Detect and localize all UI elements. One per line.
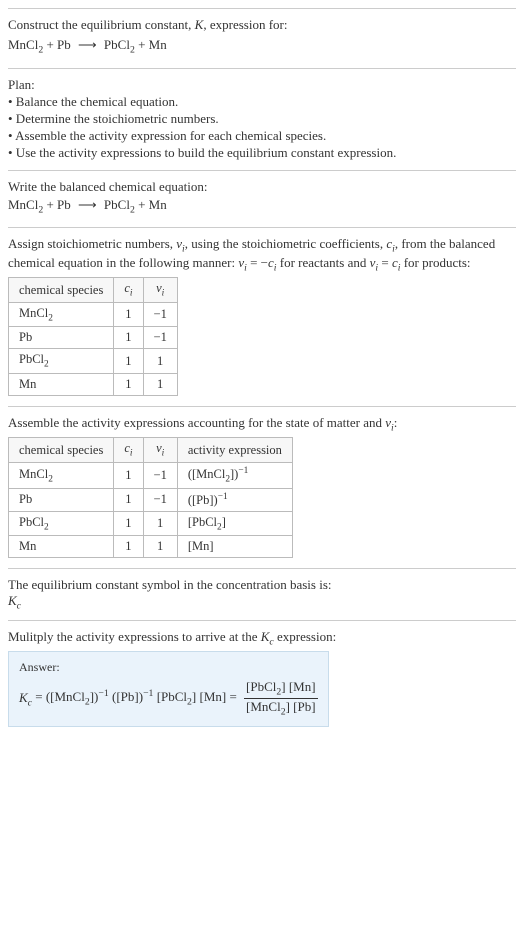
cell-vi: −1 (143, 488, 177, 511)
col-activity: activity expression (177, 438, 292, 463)
col-vi: νi (143, 438, 177, 463)
cell-vi: 1 (143, 511, 177, 536)
cell-activity: ([Pb])−1 (177, 488, 292, 511)
cell-ci: 1 (114, 373, 143, 395)
answer-section: Mulitply the activity expressions to arr… (8, 620, 516, 735)
table-row: Mn 1 1 (9, 373, 178, 395)
plan-item: • Determine the stoichiometric numbers. (8, 111, 516, 127)
symbol-section: The equilibrium constant symbol in the c… (8, 568, 516, 620)
activity-intro: Assemble the activity expressions accoun… (8, 415, 516, 434)
col-species: chemical species (9, 278, 114, 303)
cell-ci: 1 (114, 327, 143, 349)
col-ci: ci (114, 438, 143, 463)
plan-item: • Use the activity expressions to build … (8, 145, 516, 161)
activity-table: chemical species ci νi activity expressi… (8, 437, 293, 558)
stoich-intro: Assign stoichiometric numbers, νi, using… (8, 236, 516, 273)
answer-box: Answer: Kc = ([MnCl2])−1 ([Pb])−1 [PbCl2… (8, 651, 329, 726)
multiply-intro: Mulitply the activity expressions to arr… (8, 629, 516, 648)
plan-title: Plan: (8, 77, 516, 93)
symbol-line1: The equilibrium constant symbol in the c… (8, 577, 516, 593)
table-header-row: chemical species ci νi (9, 278, 178, 303)
cell-ci: 1 (114, 511, 143, 536)
plan-item: • Assemble the activity expression for e… (8, 128, 516, 144)
cell-vi: −1 (143, 327, 177, 349)
cell-ci: 1 (114, 536, 143, 558)
balanced-equation: MnCl2 + Pb ⟶ PbCl2 + Mn (8, 197, 516, 216)
col-species: chemical species (9, 438, 114, 463)
table-row: PbCl2 1 1 [PbCl2] (9, 511, 293, 536)
activity-section: Assemble the activity expressions accoun… (8, 406, 516, 568)
cell-species: PbCl2 (9, 511, 114, 536)
cell-species: Pb (9, 327, 114, 349)
table-row: Pb 1 −1 (9, 327, 178, 349)
cell-ci: 1 (114, 349, 143, 374)
answer-label: Answer: (19, 660, 318, 675)
table-header-row: chemical species ci νi activity expressi… (9, 438, 293, 463)
balanced-title: Write the balanced chemical equation: (8, 179, 516, 195)
cell-species: Pb (9, 488, 114, 511)
stoich-section: Assign stoichiometric numbers, νi, using… (8, 227, 516, 406)
plan-item: • Balance the chemical equation. (8, 94, 516, 110)
question-section: Construct the equilibrium constant, K, e… (8, 8, 516, 68)
symbol-line2: Kc (8, 593, 516, 612)
stoich-table: chemical species ci νi MnCl2 1 −1 Pb 1 −… (8, 277, 178, 396)
balanced-section: Write the balanced chemical equation: Mn… (8, 170, 516, 228)
answer-expression: Kc = ([MnCl2])−1 ([Pb])−1 [PbCl2] [Mn] =… (19, 679, 318, 717)
table-row: MnCl2 1 −1 ([MnCl2])−1 (9, 462, 293, 488)
cell-ci: 1 (114, 462, 143, 488)
cell-vi: −1 (143, 302, 177, 327)
question-title: Construct the equilibrium constant, K, e… (8, 17, 516, 33)
cell-ci: 1 (114, 488, 143, 511)
cell-species: Mn (9, 373, 114, 395)
col-vi: νi (143, 278, 177, 303)
col-ci: ci (114, 278, 143, 303)
cell-activity: [Mn] (177, 536, 292, 558)
cell-vi: 1 (143, 349, 177, 374)
cell-vi: 1 (143, 373, 177, 395)
cell-species: PbCl2 (9, 349, 114, 374)
table-row: MnCl2 1 −1 (9, 302, 178, 327)
cell-ci: 1 (114, 302, 143, 327)
cell-vi: −1 (143, 462, 177, 488)
question-equation: MnCl2 + Pb ⟶ PbCl2 + Mn (8, 37, 516, 56)
plan-section: Plan: • Balance the chemical equation. •… (8, 68, 516, 170)
cell-activity: ([MnCl2])−1 (177, 462, 292, 488)
cell-activity: [PbCl2] (177, 511, 292, 536)
cell-species: MnCl2 (9, 462, 114, 488)
table-row: PbCl2 1 1 (9, 349, 178, 374)
cell-species: MnCl2 (9, 302, 114, 327)
table-row: Mn 1 1 [Mn] (9, 536, 293, 558)
cell-species: Mn (9, 536, 114, 558)
table-row: Pb 1 −1 ([Pb])−1 (9, 488, 293, 511)
cell-vi: 1 (143, 536, 177, 558)
